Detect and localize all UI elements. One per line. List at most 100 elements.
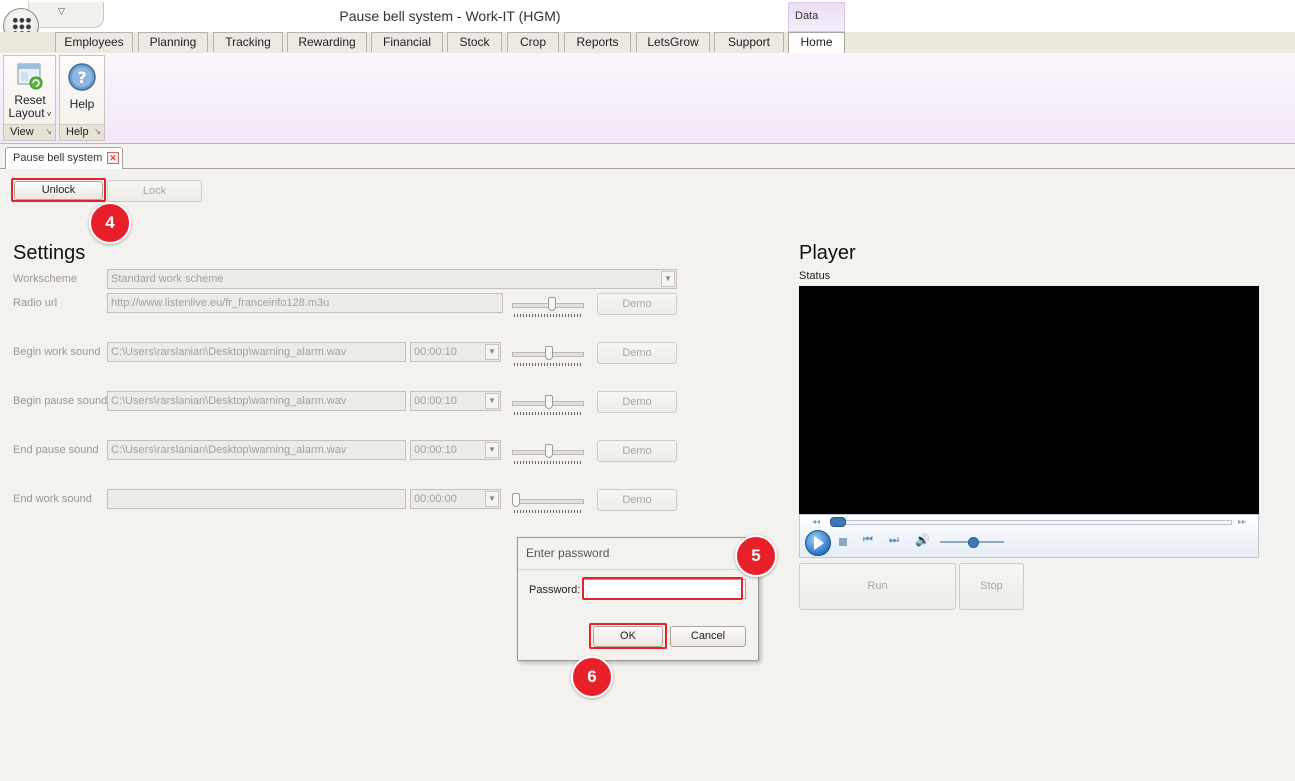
document-tab-label: Pause bell system [13, 152, 103, 164]
end-pause-sound-time[interactable]: 00:00:10 ▼ [410, 440, 501, 460]
end-work-sound-time[interactable]: 00:00:00 ▼ [410, 489, 501, 509]
begin-pause-sound-time[interactable]: 00:00:10 ▼ [410, 391, 501, 411]
group-label-help: Help [66, 126, 89, 138]
seek-thumb[interactable] [830, 517, 846, 527]
end-work-sound-label: End work sound [13, 493, 92, 505]
end-work-demo-button[interactable]: Demo [597, 489, 677, 511]
begin-work-sound-time[interactable]: 00:00:10 ▼ [410, 342, 501, 362]
document-tab[interactable]: Pause bell system ✕ [5, 147, 123, 169]
play-button[interactable] [805, 530, 831, 556]
stop-button[interactable]: Stop [959, 563, 1024, 610]
player-status-label: Status [799, 270, 831, 282]
slider-thumb[interactable] [545, 346, 553, 360]
volume-thumb[interactable] [968, 537, 979, 548]
svg-text:?: ? [77, 68, 86, 87]
document-tab-strip [0, 144, 1295, 169]
run-button[interactable]: Run [799, 563, 956, 610]
end-pause-volume-slider[interactable] [510, 443, 586, 465]
reset-layout-label-2: Layout [8, 106, 45, 120]
end-pause-demo-button[interactable]: Demo [597, 440, 677, 462]
highlight-password [582, 577, 743, 600]
fast-forward-icon[interactable]: ▸▸ [1238, 517, 1246, 526]
settings-heading: Settings [13, 242, 86, 264]
cancel-button[interactable]: Cancel [670, 626, 746, 647]
begin-work-sound-label: Begin work sound [13, 346, 101, 358]
help-question-icon: ? [68, 63, 96, 91]
volume-icon[interactable]: 🔊 [915, 533, 930, 547]
video-area[interactable] [799, 286, 1259, 514]
close-icon[interactable]: ✕ [107, 152, 119, 164]
radio-demo-button[interactable]: Demo [597, 293, 677, 315]
next-icon[interactable]: ⏭ [889, 534, 899, 547]
dialog-title: Enter password [526, 546, 610, 560]
begin-work-sound-path[interactable]: C:\Users\rarslanian\Desktop\warning_alar… [107, 342, 406, 362]
dialog-launcher-icon[interactable]: ↘ [94, 124, 101, 139]
context-tab-group-label: Data [795, 10, 819, 22]
step-badge-4: 4 [89, 202, 131, 244]
player-heading: Player [799, 242, 856, 264]
rewind-icon[interactable]: ◂◂ [812, 517, 820, 526]
tab-stock[interactable]: Stock [447, 32, 502, 52]
end-pause-sound-label: End pause sound [13, 444, 99, 456]
tab-letsgrow[interactable]: LetsGrow [636, 32, 710, 52]
tab-crop[interactable]: Crop [507, 32, 559, 52]
quick-access-toolbar[interactable] [28, 2, 104, 28]
password-label: Password: [529, 584, 581, 596]
group-label-view: View [10, 126, 34, 138]
end-pause-sound-path[interactable]: C:\Users\rarslanian\Desktop\warning_alar… [107, 440, 406, 460]
begin-work-demo-button[interactable]: Demo [597, 342, 677, 364]
chevron-down-icon[interactable]: ▼ [661, 271, 675, 287]
slider-thumb[interactable] [512, 493, 520, 507]
chevron-down-icon[interactable]: ▽ [58, 6, 65, 17]
radio-url-field[interactable]: http://www.listenlive.eu/fr_franceinfo12… [107, 293, 503, 313]
tab-tracking[interactable]: Tracking [213, 32, 283, 52]
chevron-down-icon[interactable]: ▼ [485, 344, 499, 360]
context-tab-group: Data [788, 2, 845, 32]
dialog-launcher-icon[interactable]: ↘ [45, 124, 52, 139]
tab-financial[interactable]: Financial [371, 32, 443, 52]
ribbon-group-view: Reset Layout ˅ View ↘ [3, 55, 56, 141]
seek-bar[interactable] [830, 520, 1232, 525]
chevron-down-icon[interactable]: ▼ [485, 393, 499, 409]
highlight-ok [589, 623, 667, 649]
begin-work-volume-slider[interactable] [510, 345, 586, 367]
slider-thumb[interactable] [545, 444, 553, 458]
window-refresh-icon [17, 63, 43, 90]
tab-employees[interactable]: Employees [55, 32, 133, 52]
end-work-sound-path[interactable] [107, 489, 406, 509]
ribbon-tab-row: Employees Planning Tracking Rewarding Fi… [0, 32, 1295, 54]
tab-support[interactable]: Support [714, 32, 784, 52]
slider-thumb[interactable] [548, 297, 557, 311]
chevron-down-icon: ˅ [44, 110, 52, 119]
workscheme-value: Standard work scheme [111, 273, 224, 285]
begin-pause-demo-button[interactable]: Demo [597, 391, 677, 413]
previous-icon[interactable]: ⏮ [863, 534, 873, 547]
step-badge-6: 6 [571, 656, 613, 698]
slider-thumb[interactable] [545, 395, 553, 409]
help-button[interactable]: ? Help [62, 58, 102, 124]
window-title: Pause bell system - Work-IT (HGM) [339, 8, 561, 24]
play-icon [814, 536, 824, 550]
player-controls: ◂◂ ▸▸ ⏮ ⏭ 🔊 [799, 514, 1259, 558]
lock-button[interactable]: Lock [107, 180, 202, 202]
reset-layout-button[interactable]: Reset Layout ˅ [6, 58, 54, 124]
radio-volume-slider[interactable] [510, 296, 586, 318]
stop-icon[interactable] [839, 538, 847, 546]
help-label: Help [69, 97, 95, 111]
tab-rewarding[interactable]: Rewarding [287, 32, 367, 52]
tab-home[interactable]: Home [788, 32, 845, 54]
begin-pause-sound-path[interactable]: C:\Users\rarslanian\Desktop\warning_alar… [107, 391, 406, 411]
workscheme-label: Workscheme [13, 273, 77, 285]
tab-planning[interactable]: Planning [138, 32, 208, 52]
chevron-down-icon[interactable]: ▼ [485, 491, 499, 507]
time-value: 00:00:10 [414, 395, 457, 407]
radio-url-label: Radio url [13, 297, 58, 309]
highlight-unlock [11, 178, 106, 202]
begin-pause-sound-label: Begin pause sound [13, 395, 108, 407]
end-work-volume-slider[interactable] [510, 492, 586, 514]
time-value: 00:00:00 [414, 493, 457, 505]
chevron-down-icon[interactable]: ▼ [485, 442, 499, 458]
workscheme-select[interactable]: Standard work scheme ▼ [107, 269, 677, 289]
begin-pause-volume-slider[interactable] [510, 394, 586, 416]
tab-reports[interactable]: Reports [564, 32, 631, 52]
